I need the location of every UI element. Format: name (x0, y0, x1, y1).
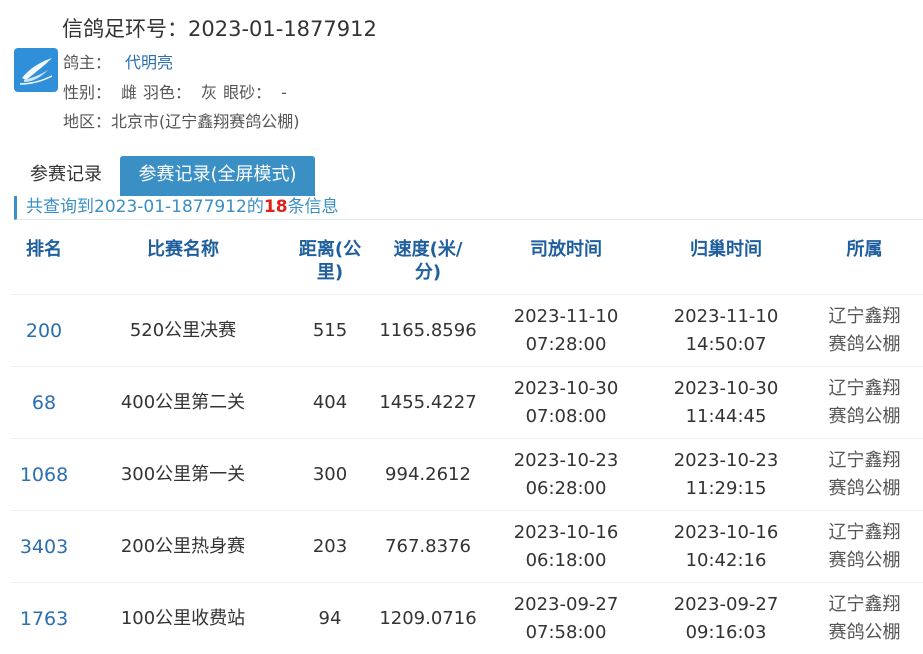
cell-rank[interactable]: 200 (12, 295, 76, 367)
header-speed: 速度(米/ 分) (370, 222, 486, 295)
cell-rank[interactable]: 1068 (12, 439, 76, 511)
cell-release-time: 2023-09-27 07:58:00 (486, 583, 646, 654)
region-label: 地区： (63, 112, 111, 131)
pigeon-logo-icon (14, 48, 58, 92)
cell-race-name: 300公里第一关 (76, 439, 290, 511)
cell-distance: 203 (290, 511, 370, 583)
cell-rank[interactable]: 68 (12, 367, 76, 439)
table-row[interactable]: 1763 100公里收费站 94 1209.0716 2023-09-27 07… (12, 583, 923, 654)
table-row[interactable]: 1068 300公里第一关 300 994.2612 2023-10-23 06… (12, 439, 923, 511)
eye-label: 眼砂： (223, 83, 271, 102)
cell-speed: 1455.4227 (370, 367, 486, 439)
cell-speed: 1165.8596 (370, 295, 486, 367)
table-header-row: 排名 比赛名称 距离(公 里) 速度(米/ 分) 司放时间 归巢时间 所属 (12, 222, 923, 295)
cell-speed: 1209.0716 (370, 583, 486, 654)
sex-value: 雌 (121, 83, 137, 102)
table-row[interactable]: 200 520公里决赛 515 1165.8596 2023-11-10 07:… (12, 295, 923, 367)
tab-race-records[interactable]: 参赛记录 (14, 156, 118, 196)
cell-distance: 515 (290, 295, 370, 367)
sex-label: 性别： (63, 83, 111, 102)
cell-speed: 994.2612 (370, 439, 486, 511)
cell-arrival-time: 2023-10-23 11:29:15 (646, 439, 806, 511)
cell-race-name: 100公里收费站 (76, 583, 290, 654)
race-results-table: 排名 比赛名称 距离(公 里) 速度(米/ 分) 司放时间 归巢时间 所属 20… (12, 222, 923, 654)
cell-distance: 94 (290, 583, 370, 654)
color-label: 羽色： (143, 83, 191, 102)
cell-race-name: 520公里决赛 (76, 295, 290, 367)
summary-prefix: 共查询到2023-01-1877912的 (26, 197, 264, 217)
cell-release-time: 2023-10-16 06:18:00 (486, 511, 646, 583)
cell-distance: 404 (290, 367, 370, 439)
header-arrival-time: 归巢时间 (646, 222, 806, 295)
cell-race-name: 400公里第二关 (76, 367, 290, 439)
owner-link[interactable]: 代明亮 (125, 53, 173, 72)
cell-rank[interactable]: 3403 (12, 511, 76, 583)
header-race-name: 比赛名称 (76, 222, 290, 295)
result-summary: 共查询到2023-01-1877912的18条信息 (14, 196, 923, 220)
cell-arrival-time: 2023-09-27 09:16:03 (646, 583, 806, 654)
cell-arrival-time: 2023-11-10 14:50:07 (646, 295, 806, 367)
tab-race-records-fullscreen[interactable]: 参赛记录(全屏模式) (120, 156, 315, 196)
header-release-time: 司放时间 (486, 222, 646, 295)
cell-club: 辽宁鑫翔 赛鸽公棚 (806, 295, 923, 367)
cell-club: 辽宁鑫翔 赛鸽公棚 (806, 511, 923, 583)
cell-release-time: 2023-11-10 07:28:00 (486, 295, 646, 367)
cell-race-name: 200公里热身赛 (76, 511, 290, 583)
region-value: 北京市(辽宁鑫翔赛鸽公棚) (111, 112, 300, 131)
cell-release-time: 2023-10-30 07:08:00 (486, 367, 646, 439)
owner-label: 鸽主： (63, 53, 111, 72)
cell-rank[interactable]: 1763 (12, 583, 76, 654)
cell-distance: 300 (290, 439, 370, 511)
header-club: 所属 (806, 222, 923, 295)
header-rank: 排名 (12, 222, 76, 295)
region-row: 地区：北京市(辽宁鑫翔赛鸽公棚) (63, 108, 300, 132)
summary-suffix: 条信息 (288, 197, 339, 217)
ring-number: 2023-01-1877912 (188, 17, 377, 41)
cell-club: 辽宁鑫翔 赛鸽公棚 (806, 439, 923, 511)
cell-club: 辽宁鑫翔 赛鸽公棚 (806, 583, 923, 654)
table-row[interactable]: 3403 200公里热身赛 203 767.8376 2023-10-16 06… (12, 511, 923, 583)
cell-release-time: 2023-10-23 06:28:00 (486, 439, 646, 511)
page-title: 信鸽足环号：2023-01-1877912 (62, 13, 377, 43)
owner-row: 鸽主： 代明亮 (63, 49, 173, 73)
cell-speed: 767.8376 (370, 511, 486, 583)
attributes-row: 性别： 雌羽色： 灰眼砂：- (63, 79, 293, 103)
result-count: 18 (264, 197, 288, 217)
table-row[interactable]: 68 400公里第二关 404 1455.4227 2023-10-30 07:… (12, 367, 923, 439)
cell-arrival-time: 2023-10-30 11:44:45 (646, 367, 806, 439)
eye-value: - (281, 83, 287, 102)
cell-club: 辽宁鑫翔 赛鸽公棚 (806, 367, 923, 439)
cell-arrival-time: 2023-10-16 10:42:16 (646, 511, 806, 583)
color-value: 灰 (201, 83, 217, 102)
ring-label: 信鸽足环号： (62, 17, 188, 41)
header-distance: 距离(公 里) (290, 222, 370, 295)
